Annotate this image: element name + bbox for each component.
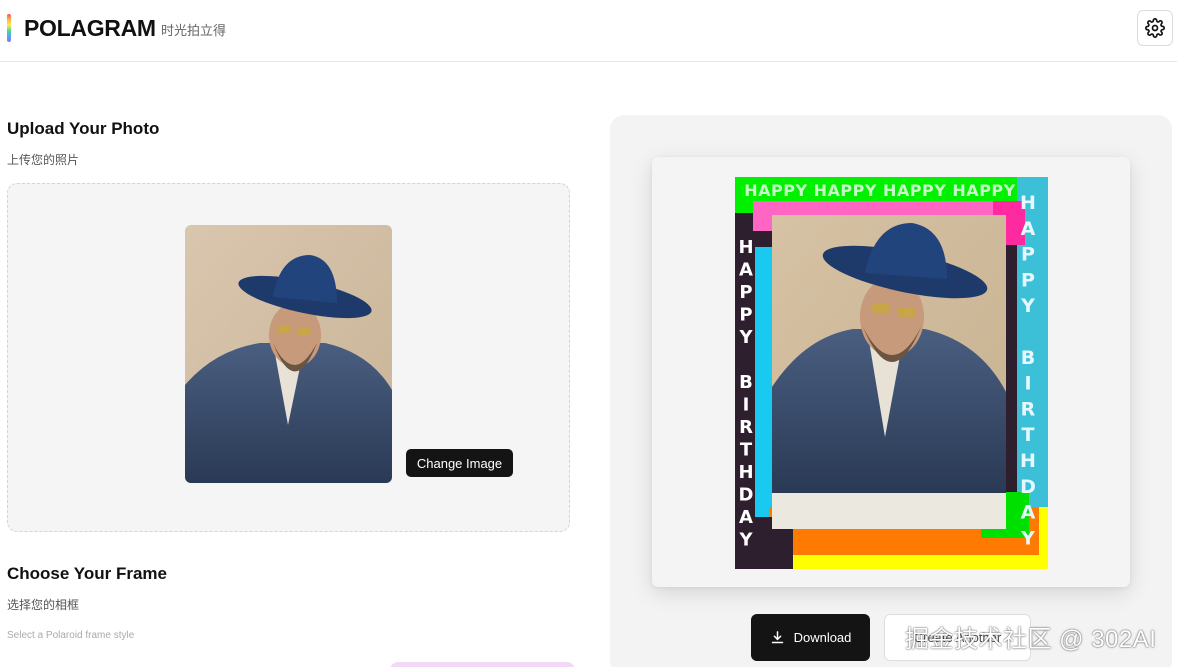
frame-left-letter: Y (738, 327, 753, 348)
frame-right-letter: H (1020, 450, 1036, 472)
frame-right-letter: P (1021, 269, 1035, 291)
frame-right-letter: A (1021, 218, 1036, 240)
watermark: 掘金技术社区 @ 302AI (905, 626, 1157, 653)
birthday-frame-preview: HAPPY HAPPY HAPPY HAPPY HAPPYBIRTHDAY HA… (735, 177, 1048, 569)
frame-left-letter: P (739, 305, 752, 326)
frame-option[interactable] (390, 662, 575, 667)
download-button[interactable]: Download (751, 614, 870, 661)
frame-left-letter: R (739, 417, 753, 438)
frame-right-letter: R (1021, 398, 1036, 420)
frame-left-letter: B (739, 372, 753, 393)
frame-top-text: HAPPY HAPPY HAPPY HAPPY (744, 181, 1015, 200)
frame-right-letter: B (1021, 347, 1035, 369)
app-header: POLAGRAM 时光拍立得 (0, 0, 1177, 62)
frame-section-title: Choose Your Frame (7, 564, 167, 583)
frame-right-letter: Y (1020, 295, 1035, 317)
brand-tagline: 时光拍立得 (161, 23, 227, 38)
frame-left-letter: A (739, 260, 753, 281)
upload-title: Upload Your Photo (7, 119, 160, 138)
frame-left-letter: A (739, 507, 753, 528)
uploaded-photo (185, 225, 392, 483)
frame-left-letter: I (743, 395, 750, 416)
frame-left-letter: P (739, 282, 752, 303)
frame-left-letter: H (738, 462, 753, 483)
frame-right-letter: T (1022, 424, 1035, 446)
frame-left-letter: H (738, 237, 753, 258)
settings-button[interactable] (1137, 10, 1173, 46)
download-icon (771, 631, 783, 644)
brand-color-bar (7, 14, 11, 42)
frame-left-letter: Y (738, 530, 753, 551)
frame-right-letter: H (1020, 192, 1036, 214)
frame-right-letter: P (1021, 244, 1035, 266)
frame-left-letter: T (740, 440, 753, 461)
upload-subtitle: 上传您的照片 (7, 153, 80, 167)
frame-right-letter: A (1021, 502, 1036, 524)
change-image-button[interactable]: Change Image (406, 449, 513, 477)
gear-icon (1145, 18, 1165, 38)
frame-section-subtitle: 选择您的相框 (7, 598, 80, 612)
download-label: Download (793, 630, 852, 645)
frame-hint: Select a Polaroid frame style (7, 630, 135, 641)
frame-left-letter: D (739, 485, 754, 506)
frame-right-letter: D (1020, 476, 1036, 498)
frame-right-letter: Y (1020, 527, 1035, 549)
frame-right-letter: I (1024, 373, 1031, 395)
brand-name: POLAGRAM (24, 15, 156, 41)
